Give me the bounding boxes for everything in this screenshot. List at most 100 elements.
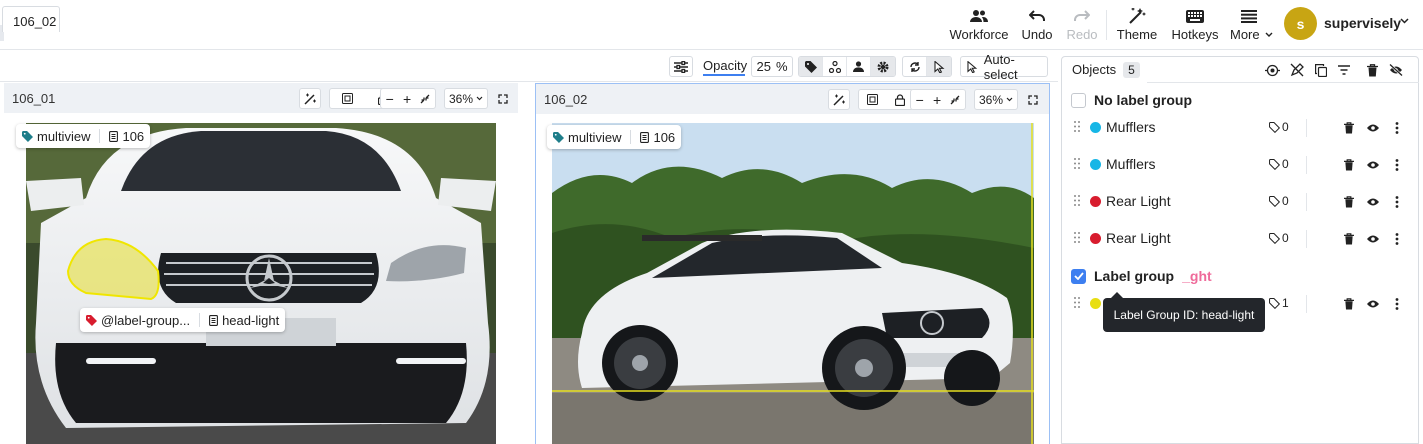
- tag-icon: [86, 314, 97, 326]
- zoom-in-button[interactable]: +: [933, 92, 941, 108]
- more-menu-button[interactable]: More: [1230, 6, 1276, 46]
- object-menu-button[interactable]: [1389, 296, 1405, 312]
- zoom-out-button[interactable]: −: [386, 91, 394, 107]
- toggle-visibility-button[interactable]: [1365, 296, 1381, 312]
- undo-button[interactable]: Undo: [1020, 6, 1054, 46]
- tag-toggle[interactable]: [799, 57, 823, 76]
- tag-count[interactable]: 0: [1269, 120, 1289, 134]
- delete-object-button[interactable]: [1341, 157, 1357, 173]
- view-settings-button[interactable]: [669, 56, 693, 77]
- delete-object-button[interactable]: [1341, 194, 1357, 210]
- car-side-image[interactable]: [552, 123, 1034, 444]
- gear-icon: [877, 61, 889, 72]
- zoom-select[interactable]: 36%: [444, 88, 488, 109]
- filter-icon: [1338, 65, 1350, 75]
- zoom-select[interactable]: 36%: [974, 89, 1018, 110]
- chevron-down-icon[interactable]: [1400, 18, 1409, 24]
- sync-toggle[interactable]: [903, 57, 927, 76]
- tag-outline-icon: [1269, 195, 1280, 207]
- object-menu-button[interactable]: [1389, 157, 1405, 173]
- delete-all-button[interactable]: [1363, 61, 1381, 79]
- settings-toggle[interactable]: [871, 57, 895, 76]
- copy-button[interactable]: [1312, 61, 1330, 79]
- object-menu-button[interactable]: [1389, 120, 1405, 136]
- merge-button[interactable]: [1263, 61, 1281, 79]
- zoom-in-button[interactable]: +: [403, 91, 411, 107]
- tag-count[interactable]: 0: [1269, 194, 1289, 208]
- tag-icon: [553, 131, 564, 143]
- lock-icon[interactable]: [894, 93, 905, 106]
- hotkeys-button[interactable]: Hotkeys: [1170, 6, 1220, 46]
- auto-select-button[interactable]: Auto-select: [960, 52, 1048, 82]
- delete-object-button[interactable]: [1341, 120, 1357, 136]
- opacity-underline: [703, 74, 745, 76]
- toggle-visibility-button[interactable]: [1365, 157, 1381, 173]
- collapse-icon[interactable]: [420, 94, 430, 104]
- toggle-visibility-button[interactable]: [1365, 231, 1381, 247]
- opacity-input[interactable]: 25%: [751, 56, 793, 77]
- tool-toggle-group: [902, 56, 952, 77]
- menu-lines-icon: [1230, 6, 1268, 26]
- toggle-visibility-button[interactable]: [1365, 194, 1381, 210]
- workforce-button[interactable]: Workforce: [950, 6, 1009, 46]
- toggle-visibility-button[interactable]: [1365, 120, 1381, 136]
- tag-count[interactable]: 0: [1269, 231, 1289, 245]
- kebab-icon: [1395, 233, 1399, 245]
- object-row[interactable]: Mufflers 0: [1063, 110, 1418, 146]
- class-color-dot: [1090, 196, 1101, 207]
- fullscreen-icon[interactable]: [498, 94, 508, 104]
- document-icon: [109, 130, 119, 142]
- eye-icon: [1367, 161, 1379, 169]
- image-tag-pill[interactable]: multiview 106: [547, 125, 682, 149]
- username-label[interactable]: supervisely: [1324, 15, 1401, 31]
- fullscreen-icon[interactable]: [1028, 95, 1038, 105]
- hide-tool-button[interactable]: [1288, 61, 1306, 79]
- object-row[interactable]: Mufflers 0: [1063, 147, 1418, 183]
- magic-wand-icon: [303, 93, 316, 105]
- user-toggle[interactable]: [847, 57, 871, 76]
- top-toolbar: Workforce Undo Redo Theme Hotkeys More s…: [0, 0, 1423, 50]
- drag-handle-icon[interactable]: [1074, 297, 1080, 308]
- user-avatar[interactable]: s: [1284, 7, 1317, 40]
- tag-count[interactable]: 1: [1269, 296, 1289, 310]
- image-tag-pill[interactable]: multiview 106: [16, 124, 151, 148]
- redo-button[interactable]: Redo: [1066, 6, 1098, 46]
- label-group-tag-pill[interactable]: @label-group... head-light: [80, 308, 286, 332]
- kebab-icon: [1395, 196, 1399, 208]
- check-icon: [1073, 272, 1084, 280]
- filter-button[interactable]: [1335, 61, 1353, 79]
- cursor-icon: [933, 60, 944, 73]
- object-row[interactable]: Rear Light 0: [1063, 184, 1418, 220]
- hide-all-button[interactable]: [1387, 61, 1405, 79]
- kebab-icon: [1395, 298, 1399, 310]
- label-group-head-light[interactable]: Label group _ght: [1071, 268, 1212, 284]
- magic-wand-button[interactable]: [299, 88, 321, 109]
- drag-handle-icon[interactable]: [1074, 158, 1080, 169]
- object-menu-button[interactable]: [1389, 194, 1405, 210]
- delete-object-button[interactable]: [1341, 296, 1357, 312]
- drag-handle-icon[interactable]: [1074, 121, 1080, 132]
- theme-button[interactable]: Theme: [1116, 6, 1158, 46]
- group-checkbox[interactable]: [1071, 268, 1086, 284]
- object-row[interactable]: Rear Light 0: [1063, 221, 1418, 257]
- class-color-dot: [1090, 122, 1101, 133]
- car-front-image[interactable]: [26, 123, 496, 444]
- drag-handle-icon[interactable]: [1074, 195, 1080, 206]
- select-toggle[interactable]: [927, 57, 951, 76]
- redo-icon: [1074, 6, 1090, 26]
- fit-icon[interactable]: [867, 94, 879, 105]
- zoom-out-button[interactable]: −: [916, 92, 924, 108]
- drag-handle-icon[interactable]: [1074, 232, 1080, 243]
- graph-toggle[interactable]: [823, 57, 847, 76]
- tag-icon: [22, 130, 33, 142]
- fit-icon[interactable]: [342, 93, 354, 104]
- object-menu-button[interactable]: [1389, 231, 1405, 247]
- label-group-none[interactable]: No label group: [1071, 92, 1192, 108]
- group-checkbox[interactable]: [1071, 92, 1086, 108]
- tab-objects[interactable]: Objects 5: [1063, 58, 1146, 83]
- delete-object-button[interactable]: [1341, 231, 1357, 247]
- tag-count[interactable]: 0: [1269, 157, 1289, 171]
- magic-wand-button[interactable]: [828, 89, 850, 110]
- collapse-icon[interactable]: [950, 95, 960, 105]
- tab-image[interactable]: 106_02: [2, 6, 60, 32]
